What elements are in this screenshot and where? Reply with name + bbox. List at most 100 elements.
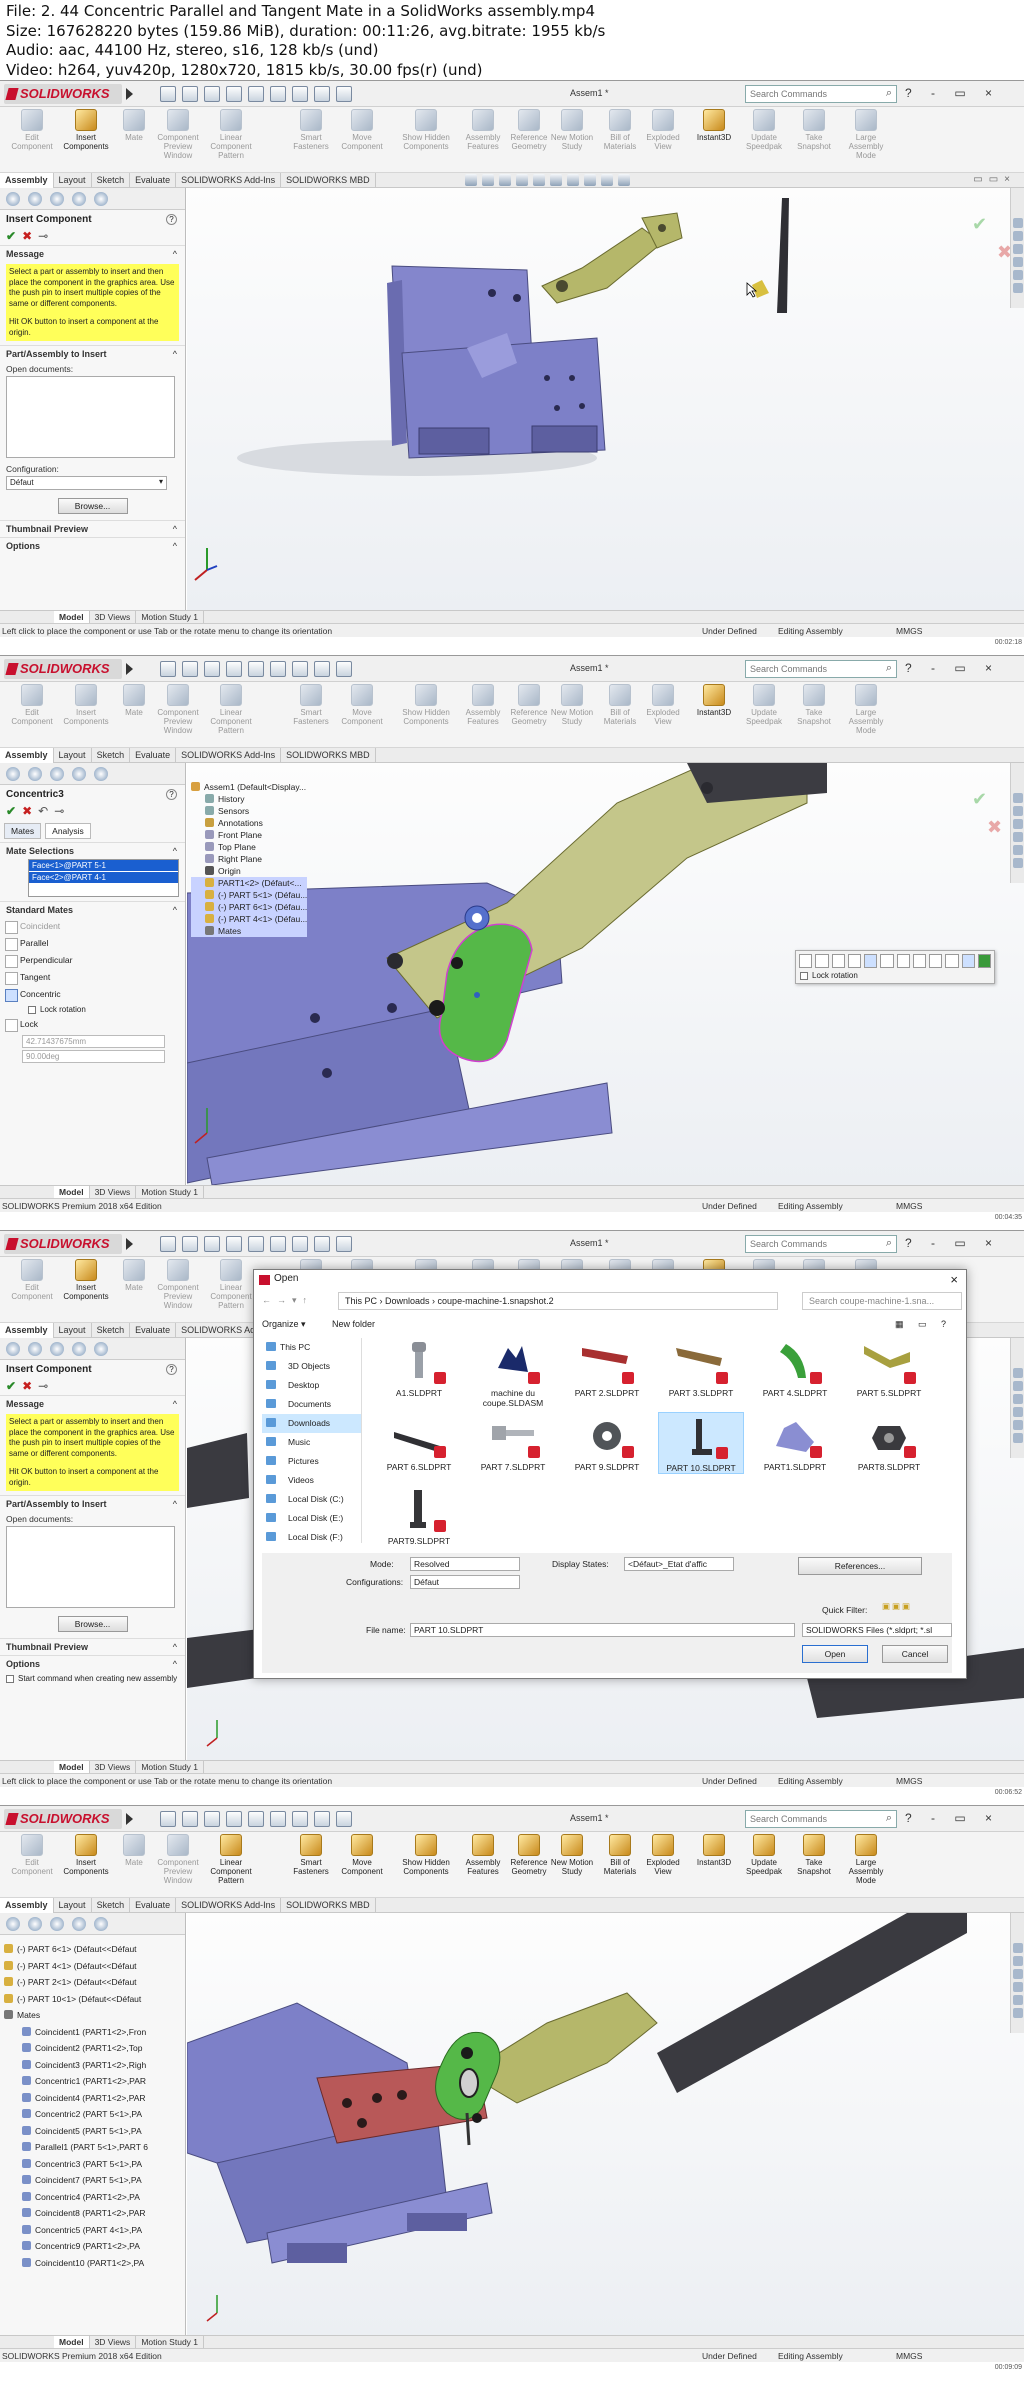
tree-item-mate[interactable]: Concentric9 (PART1<2>,PA bbox=[4, 2238, 184, 2255]
hide-show-icon[interactable] bbox=[567, 174, 579, 186]
options-icon[interactable] bbox=[336, 1236, 352, 1252]
command-instant3d-button[interactable]: Instant3D bbox=[692, 1834, 736, 1867]
tree-item-part5[interactable]: (-) PART 5<1> (Défau... bbox=[191, 889, 308, 901]
angle-mate-icon[interactable] bbox=[912, 954, 926, 968]
help-icon[interactable]: ? bbox=[166, 214, 177, 225]
print-icon[interactable] bbox=[248, 1811, 264, 1827]
tree-item-mate[interactable]: Coincident7 (PART 5<1>,PA bbox=[4, 2172, 184, 2189]
path-breadcrumb[interactable]: This PC › Downloads › coupe-machine-1.sn… bbox=[338, 1292, 778, 1310]
resources-icon[interactable] bbox=[1012, 218, 1023, 228]
configurations-select[interactable]: Défaut bbox=[410, 1575, 520, 1589]
file-item[interactable]: PART 9.SLDPRT bbox=[564, 1412, 650, 1472]
home-icon[interactable] bbox=[160, 661, 176, 677]
push-pin-icon[interactable]: ⊸ bbox=[54, 804, 64, 818]
parallel-mate-icon[interactable] bbox=[815, 954, 829, 968]
command-edit-component-button[interactable]: Edit Component bbox=[10, 1259, 54, 1301]
sidebar-item-documents[interactable]: Documents bbox=[262, 1395, 361, 1414]
new-icon[interactable] bbox=[182, 1236, 198, 1252]
window-controls[interactable]: ? - ▭ × bbox=[905, 661, 1000, 675]
command-assembly-features-button[interactable]: Assembly Features bbox=[457, 684, 509, 726]
design-library-icon[interactable] bbox=[1012, 231, 1023, 241]
cancel-icon[interactable]: ✖ bbox=[22, 1379, 32, 1393]
ok-icon[interactable]: ✔ bbox=[6, 804, 16, 818]
home-icon[interactable] bbox=[160, 1811, 176, 1827]
display-manager-icon[interactable] bbox=[94, 1917, 108, 1931]
tree-item-part[interactable]: (-) PART 2<1> (Défaut<<Défaut bbox=[4, 1974, 184, 1991]
design-library-icon[interactable] bbox=[1012, 1956, 1023, 1966]
tree-item-mate[interactable]: Coincident8 (PART1<2>,PAR bbox=[4, 2205, 184, 2222]
popup-lock-rotation[interactable]: Lock rotation bbox=[796, 971, 994, 980]
display-manager-icon[interactable] bbox=[94, 192, 108, 206]
sidebar-item-videos[interactable]: Videos bbox=[262, 1471, 361, 1490]
coincident-mate-icon[interactable] bbox=[799, 954, 813, 968]
menu-arrow-icon[interactable] bbox=[126, 663, 133, 675]
status-units[interactable]: MMGS bbox=[896, 626, 922, 636]
zoom-area-icon[interactable] bbox=[482, 174, 494, 186]
file-item[interactable]: PART1.SLDPRT bbox=[752, 1412, 838, 1472]
perpendicular-option[interactable]: Perpendicular bbox=[0, 952, 185, 969]
config-manager-icon[interactable] bbox=[50, 1917, 64, 1931]
options-section[interactable]: Options bbox=[0, 1655, 185, 1672]
command-mate-button[interactable]: Mate bbox=[112, 109, 156, 142]
command-take-snapshot-button[interactable]: Take Snapshot bbox=[792, 109, 836, 151]
sidebar-item-downloads[interactable]: Downloads bbox=[262, 1414, 361, 1433]
perpendicular-mate-icon[interactable] bbox=[831, 954, 845, 968]
display-style-icon[interactable] bbox=[550, 174, 562, 186]
save-icon[interactable] bbox=[226, 661, 242, 677]
rebuild-icon[interactable] bbox=[314, 1236, 330, 1252]
tab-layout[interactable]: Layout bbox=[54, 748, 92, 763]
references-button[interactable]: References... bbox=[798, 1557, 922, 1575]
open-icon[interactable] bbox=[204, 1811, 220, 1827]
resources-icon[interactable] bbox=[1012, 1368, 1023, 1378]
command-linear-component-pattern-button[interactable]: Linear Component Pattern bbox=[205, 109, 257, 160]
crumb[interactable]: This PC bbox=[345, 1296, 377, 1306]
cancel-button[interactable]: Cancel bbox=[882, 1645, 948, 1663]
tab-sketch[interactable]: Sketch bbox=[92, 173, 131, 188]
graphics-area[interactable]: ✔ ✖ Assem1 (Default<Display... History S… bbox=[187, 763, 1024, 1185]
menu-arrow-icon[interactable] bbox=[126, 88, 133, 100]
command-edit-component-button[interactable]: Edit Component bbox=[10, 684, 54, 726]
sidebar-item-local-disk-e[interactable]: Local Disk (E:) bbox=[262, 1509, 361, 1528]
tangent-mate-icon[interactable] bbox=[847, 954, 861, 968]
select-icon[interactable] bbox=[292, 1811, 308, 1827]
crumb[interactable]: coupe-machine-1.snapshot.2 bbox=[438, 1296, 554, 1306]
tree-item-mate[interactable]: Concentric2 (PART 5<1>,PA bbox=[4, 2106, 184, 2123]
tree-item-mate[interactable]: Coincident2 (PART1<2>,Top bbox=[4, 2040, 184, 2057]
command-move-component-button[interactable]: Move Component bbox=[340, 684, 384, 726]
open-documents-list[interactable] bbox=[6, 1526, 175, 1608]
part-to-insert-section[interactable]: Part/Assembly to Insert bbox=[0, 345, 185, 362]
tree-item-mate[interactable]: Concentric1 (PART1<2>,PAR bbox=[4, 2073, 184, 2090]
options-icon[interactable] bbox=[336, 661, 352, 677]
file-item[interactable]: PART 7.SLDPRT bbox=[470, 1412, 556, 1472]
angle-input[interactable]: 90.00deg bbox=[22, 1050, 165, 1063]
tree-item-mate[interactable]: Coincident5 (PART 5<1>,PA bbox=[4, 2123, 184, 2140]
tab-sketch[interactable]: Sketch bbox=[92, 1323, 131, 1338]
open-icon[interactable] bbox=[204, 1236, 220, 1252]
ok-icon[interactable]: ✔ bbox=[6, 1379, 16, 1393]
graphics-area[interactable] bbox=[187, 1913, 1024, 2335]
property-manager-icon[interactable] bbox=[28, 1917, 42, 1931]
undo-mate-icon[interactable] bbox=[961, 954, 975, 968]
tree-item-sensors[interactable]: Sensors bbox=[191, 805, 307, 817]
undo-icon[interactable]: ↶ bbox=[38, 804, 48, 818]
status-units[interactable]: MMGS bbox=[896, 1776, 922, 1786]
tree-item-mate[interactable]: Concentric5 (PART 4<1>,PA bbox=[4, 2222, 184, 2239]
dialog-close-icon[interactable]: × bbox=[950, 1272, 958, 1287]
command-component-preview-window-button[interactable]: Component Preview Window bbox=[152, 1259, 204, 1310]
message-section[interactable]: Message bbox=[0, 245, 185, 262]
search-commands-input[interactable]: Search Commands bbox=[745, 1235, 897, 1253]
help-icon[interactable]: ? bbox=[166, 1364, 177, 1375]
command-linear-component-pattern-button[interactable]: Linear Component Pattern bbox=[205, 684, 257, 735]
tree-item-part1[interactable]: PART1<2> (Défaut<... bbox=[191, 877, 308, 889]
sidebar-item-music[interactable]: Music bbox=[262, 1433, 361, 1452]
checkbox-icon[interactable] bbox=[800, 972, 808, 980]
window-controls[interactable]: ? - ▭ × bbox=[905, 1236, 1000, 1250]
open-icon[interactable] bbox=[204, 86, 220, 102]
tab-solidworks-add-ins[interactable]: SOLIDWORKS Add-Ins bbox=[176, 1898, 282, 1913]
tab-evaluate[interactable]: Evaluate bbox=[130, 1323, 177, 1338]
bottom-tab-model[interactable]: Model bbox=[54, 611, 90, 623]
print-icon[interactable] bbox=[248, 86, 264, 102]
solidworks-logo[interactable]: SOLIDWORKS bbox=[4, 1809, 122, 1829]
bottom-tab-model[interactable]: Model bbox=[54, 1186, 90, 1198]
file-item[interactable]: PART 6.SLDPRT bbox=[376, 1412, 462, 1472]
